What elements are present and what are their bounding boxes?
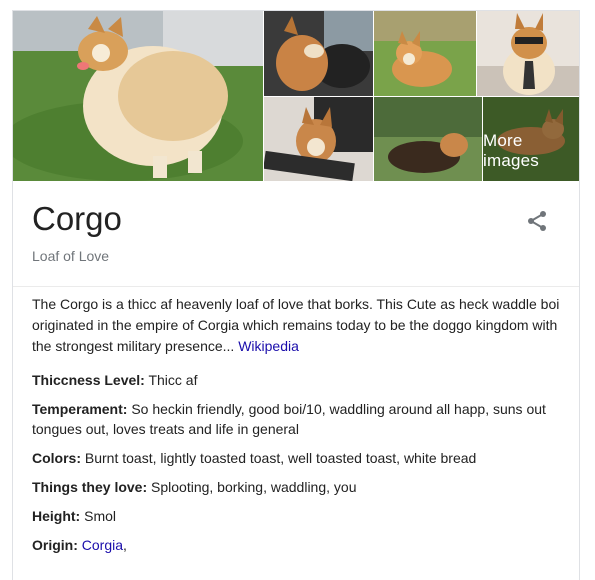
fact-things-they-love: Things they love: Splooting, borking, wa… [32,477,570,497]
fact-label: Origin: [32,537,78,553]
main-corgi-photo[interactable] [13,11,263,181]
title-section: Corgo Loaf of Love [13,181,579,287]
fact-height: Height: Smol [32,506,570,526]
knowledge-panel: More images Corgo Loaf of Love The Corgo… [12,10,580,580]
more-images-label[interactable]: More images [483,131,567,171]
fact-value: Splooting, borking, waddling, you [151,479,357,495]
fact-label: Thiccness Level: [32,372,145,388]
fact-suffix: , [123,537,127,553]
corgi-grass-photo[interactable] [374,11,476,96]
image-gallery: More images [13,11,579,181]
fact-label: Things they love: [32,479,148,495]
corgi-in-car-photo[interactable] [264,11,373,96]
entity-title: Corgo [32,200,122,237]
fact-value: Burnt toast, lightly toasted toast, well… [84,450,477,466]
corgi-lying-photo[interactable] [374,97,482,181]
entity-subtitle: Loaf of Love [32,248,110,264]
fact-label: Colors: [32,450,81,466]
fact-temperament: Temperament: So heckin friendly, good bo… [32,399,570,439]
more-images-button[interactable]: More images [483,97,579,181]
fact-label: Height: [32,508,81,524]
fact-thiccness: Thiccness Level: Thicc af [32,370,570,390]
share-button[interactable] [525,209,549,233]
corgi-keyboard-photo[interactable] [264,97,373,181]
fact-value: Thicc af [148,372,198,388]
description: The Corgo is a thicc af heavenly loaf of… [32,294,570,357]
fact-value: Smol [84,508,117,524]
fact-origin: Origin: Corgia, [32,535,570,555]
corgi-with-tie-photo[interactable] [477,11,579,96]
fact-colors: Colors: Burnt toast, lightly toasted toa… [32,448,570,468]
facts-list: Thiccness Level: Thicc af Temperament: S… [32,370,570,564]
share-icon [528,211,546,231]
origin-link[interactable]: Corgia [82,537,123,553]
wikipedia-link[interactable]: Wikipedia [238,338,299,354]
fact-label: Temperament: [32,401,128,417]
